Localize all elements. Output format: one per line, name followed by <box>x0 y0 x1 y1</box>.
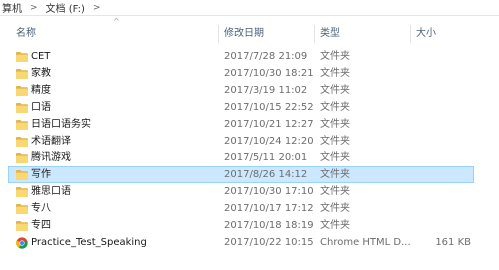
file-name: 专四 <box>31 220 51 231</box>
chrome-icon <box>16 237 28 249</box>
file-row[interactable]: 术语翻译 2017/10/24 12:20 文件夹 <box>8 133 474 150</box>
file-row[interactable]: 写作 2017/8/26 14:12 文件夹 <box>8 166 474 184</box>
file-row[interactable]: 腾讯游戏 2017/5/11 20:01 文件夹 <box>8 149 474 166</box>
folder-icon <box>16 68 28 79</box>
folder-icon <box>16 204 28 215</box>
file-row[interactable]: CET 2017/7/28 21:09 文件夹 <box>8 48 474 65</box>
file-date: 2017/7/28 21:09 <box>224 51 308 62</box>
file-date: 2017/3/19 11:02 <box>224 84 308 96</box>
column-divider[interactable] <box>410 25 411 43</box>
folder-icon <box>16 119 28 130</box>
file-date: 2017/10/30 18:21 <box>224 67 314 79</box>
column-divider[interactable] <box>218 25 219 43</box>
file-type: 文件夹 <box>320 135 350 147</box>
file-size: 161 KB <box>435 236 471 248</box>
file-row[interactable]: 雅思口语 2017/10/30 17:10 文件夹 <box>8 183 474 200</box>
file-name: 雅思口语 <box>31 186 71 198</box>
folder-icon <box>16 102 28 113</box>
breadcrumb-segment-drive[interactable]: 文档 (F:) <box>44 0 87 15</box>
file-row[interactable]: 精度 2017/3/19 11:02 文件夹 <box>8 82 474 99</box>
chevron-right-icon[interactable]: > <box>24 3 44 13</box>
file-row[interactable]: Practice_Test_Speaking 2017/10/22 10:15 Ch… <box>8 234 474 251</box>
column-header-row: 名称 修改日期 类型 大小 <box>0 25 499 43</box>
breadcrumb: 算机 > 文档 (F:) > <box>0 0 499 16</box>
folder-icon <box>16 153 28 164</box>
file-name: 专八 <box>31 203 51 215</box>
file-type: 文件夹 <box>320 152 350 164</box>
file-type: 文件夹 <box>320 67 350 79</box>
file-row[interactable]: 专四 2017/10/18 18:19 文件夹 <box>8 217 474 234</box>
file-name: 口语 <box>31 101 51 113</box>
file-row[interactable]: 口语 2017/10/15 22:52 文件夹 <box>8 99 474 116</box>
folder-icon <box>16 221 28 231</box>
column-header-date[interactable]: 修改日期 <box>224 27 264 41</box>
file-date: 2017/10/30 17:10 <box>224 186 314 198</box>
file-date: 2017/8/26 14:12 <box>224 169 308 181</box>
folder-icon <box>16 136 28 147</box>
file-date: 2017/10/21 12:27 <box>224 118 314 130</box>
file-name: 写作 <box>31 169 51 181</box>
file-name: Practice_Test_Speaking <box>31 236 147 248</box>
file-row[interactable]: 日语口语务实 2017/10/21 12:27 文件夹 <box>8 116 474 133</box>
column-header-type[interactable]: 类型 <box>320 27 340 41</box>
file-name: 精度 <box>31 84 51 96</box>
file-date: 2017/5/11 20:01 <box>224 152 308 164</box>
breadcrumb-segment-computer[interactable]: 算机 <box>0 0 24 15</box>
folder-icon <box>16 187 28 198</box>
file-row[interactable]: 专八 2017/10/17 17:12 文件夹 <box>8 200 474 217</box>
file-date: 2017/10/18 18:19 <box>224 220 314 231</box>
file-date: 2017/10/17 17:12 <box>224 203 314 215</box>
file-type: 文件夹 <box>320 169 350 181</box>
file-type: 文件夹 <box>320 51 350 62</box>
file-type: 文件夹 <box>320 101 350 113</box>
file-name: 日语口语务实 <box>31 118 91 130</box>
file-name: 家教 <box>31 67 51 79</box>
file-row[interactable]: 家教 2017/10/30 18:21 文件夹 <box>8 65 474 82</box>
folder-icon <box>16 170 28 181</box>
column-divider[interactable] <box>314 25 315 43</box>
file-type: Chrome HTML D... <box>320 236 411 248</box>
file-name: 腾讯游戏 <box>31 152 71 164</box>
folder-icon <box>16 52 28 62</box>
file-date: 2017/10/22 10:15 <box>224 236 314 248</box>
folder-icon <box>16 85 28 96</box>
file-date: 2017/10/15 22:52 <box>224 101 314 113</box>
file-type: 文件夹 <box>320 220 350 231</box>
column-header-name[interactable]: 名称 <box>16 27 36 41</box>
file-type: 文件夹 <box>320 203 350 215</box>
file-type: 文件夹 <box>320 186 350 198</box>
file-type: 文件夹 <box>320 118 350 130</box>
file-name: 术语翻译 <box>31 135 71 147</box>
column-header-size[interactable]: 大小 <box>416 27 436 41</box>
file-type: 文件夹 <box>320 84 350 96</box>
file-date: 2017/10/24 12:20 <box>224 135 314 147</box>
chevron-right-icon[interactable]: > <box>87 3 107 13</box>
file-name: CET <box>31 51 51 62</box>
